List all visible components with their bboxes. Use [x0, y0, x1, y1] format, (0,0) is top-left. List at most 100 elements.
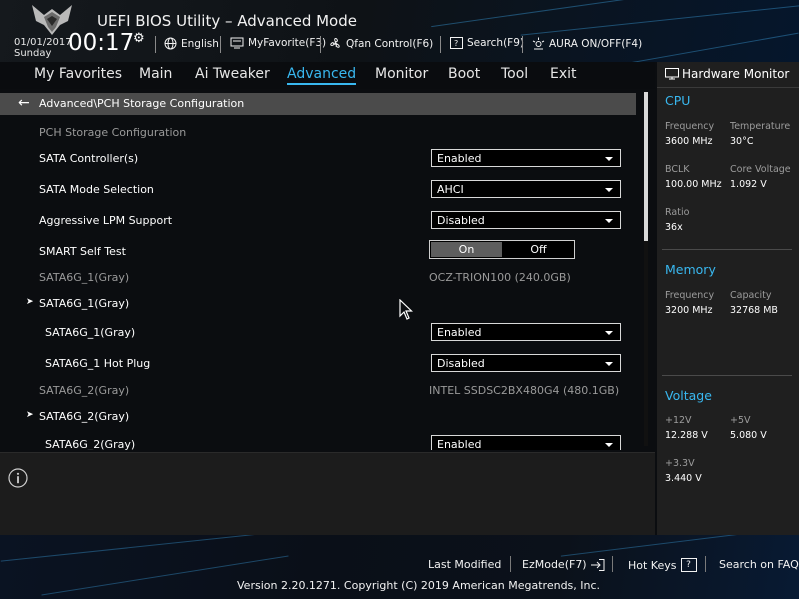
bottom-bar: Last Modified EzMode(F7) Hot Keys ? Sear… [0, 535, 799, 599]
back-arrow-icon[interactable]: ← [18, 95, 30, 111]
hot-keys-button[interactable]: Hot Keys ? [628, 558, 697, 572]
info-label: SATA6G_1(Gray) [39, 271, 130, 284]
exit-arrow-icon [590, 558, 605, 571]
core-voltage-value: 1.092 V [730, 179, 767, 190]
v33-label: +3.3V [665, 458, 695, 469]
toolbar-divider [440, 36, 441, 53]
chevron-down-icon [605, 362, 613, 366]
expand-arrow-icon: ➤ [26, 297, 34, 307]
port2-enable-dropdown[interactable]: Enabled [431, 435, 621, 450]
cpu-section-title: CPU [665, 93, 691, 108]
setting-label: SATA6G_2(Gray) [45, 438, 136, 450]
dropdown-value: Disabled [437, 357, 485, 370]
v5-label: +5V [730, 415, 751, 426]
cpu-temperature-label: Temperature [730, 121, 791, 132]
help-key-icon: ? [680, 558, 697, 572]
myfavorite-label: MyFavorite(F3) [248, 37, 327, 49]
bclk-value: 100.00 MHz [665, 179, 722, 190]
toggle-off-option[interactable]: Off [503, 242, 574, 257]
info-label: SATA6G_2(Gray) [39, 384, 130, 397]
v12-value: 12.288 V [665, 430, 708, 441]
cpu-frequency-label: Frequency [665, 121, 715, 132]
voltage-section-title: Voltage [665, 388, 712, 403]
toolbar-divider [522, 36, 523, 53]
toggle-on-option[interactable]: On [431, 242, 502, 257]
core-voltage-label: Core Voltage [730, 164, 791, 175]
aura-toggle-button[interactable]: AURA ON/OFF(F4) [532, 37, 642, 50]
divider [662, 375, 792, 376]
qfan-control-button[interactable]: Qfan Control(F6) [329, 37, 433, 50]
fan-icon [330, 38, 340, 48]
chevron-down-icon [605, 188, 613, 192]
footer-divider [510, 556, 511, 572]
drive-info: INTEL SSDSC2BX480G4 (480.1GB) [429, 384, 620, 397]
hardware-monitor-title: Hardware Monitor [682, 67, 790, 81]
drive-info: OCZ-TRION100 (240.0GB) [429, 271, 571, 284]
setting-row-sata-mode[interactable]: SATA Mode Selection AHCI [0, 178, 636, 204]
bclk-label: BCLK [665, 164, 690, 175]
globe-icon [164, 37, 177, 50]
setting-row-port1-hotplug[interactable]: SATA6G_1 Hot Plug Disabled [0, 352, 636, 378]
toolbar-divider [155, 36, 156, 53]
toolbar-divider [320, 36, 321, 53]
cpu-temperature-value: 30°C [730, 136, 754, 147]
mouse-cursor-icon [399, 299, 413, 320]
last-modified-button[interactable]: Last Modified [428, 558, 501, 571]
memory-capacity-label: Capacity [730, 290, 772, 301]
setting-row-aggressive-lpm[interactable]: Aggressive LPM Support Disabled [0, 209, 636, 235]
tab-ai-tweaker[interactable]: Ai Tweaker [195, 66, 270, 82]
tab-exit[interactable]: Exit [550, 66, 577, 82]
language-label: English [181, 37, 219, 50]
hot-keys-label: Hot Keys [628, 558, 677, 572]
favorite-monitor-icon [230, 37, 244, 49]
setting-row-sata-controller[interactable]: SATA Controller(s) Enabled [0, 147, 636, 173]
ezmode-label: EzMode(F7) [522, 558, 587, 571]
day-text: Sunday [14, 48, 52, 59]
language-button[interactable]: English [164, 37, 219, 50]
main-menu: My Favorites Main Ai Tweaker Advanced Mo… [0, 62, 655, 89]
smart-self-test-toggle[interactable]: On Off [429, 240, 575, 259]
scrollbar-thumb[interactable] [644, 92, 648, 241]
chevron-down-icon [605, 157, 613, 161]
tab-advanced[interactable]: Advanced [287, 66, 357, 85]
ezmode-button[interactable]: EzMode(F7) [522, 558, 605, 571]
monitor-icon [665, 68, 679, 80]
clock-settings-gear-icon[interactable]: ⚙ [133, 31, 145, 46]
section-title: PCH Storage Configuration [39, 126, 187, 139]
aggressive-lpm-dropdown[interactable]: Disabled [431, 211, 621, 229]
setting-label: Aggressive LPM Support [39, 214, 173, 227]
port1-hotplug-dropdown[interactable]: Disabled [431, 354, 621, 372]
tab-main[interactable]: Main [139, 66, 172, 82]
date-display: 01/01/2017 Sunday [14, 37, 72, 59]
submenu-row-port1[interactable]: ➤ SATA6G_1(Gray) [0, 292, 636, 318]
v33-value: 3.440 V [665, 473, 702, 484]
aura-light-icon [532, 37, 545, 50]
setting-label: SATA Controller(s) [39, 152, 139, 165]
setting-row-port2-enable[interactable]: SATA6G_2(Gray) Enabled [0, 433, 636, 450]
myfavorite-button[interactable]: MyFavorite(F3) [230, 37, 326, 49]
dropdown-value: Disabled [437, 214, 485, 227]
tab-boot[interactable]: Boot [448, 66, 480, 82]
info-row-port1: SATA6G_1(Gray) OCZ-TRION100 (240.0GB) [0, 266, 636, 292]
tab-my-favorites[interactable]: My Favorites [34, 66, 122, 82]
search-faq-button[interactable]: Search on FAQ [719, 558, 799, 571]
sata-mode-dropdown[interactable]: AHCI [431, 180, 621, 198]
memory-section-title: Memory [665, 262, 716, 277]
tab-tool[interactable]: Tool [501, 66, 528, 82]
top-bar: UEFI BIOS Utility – Advanced Mode 01/01/… [0, 0, 799, 62]
settings-list: PCH Storage Configuration SATA Controlle… [0, 115, 636, 450]
memory-capacity-value: 32768 MB [730, 305, 778, 316]
dropdown-value: Enabled [437, 326, 482, 339]
app-title: UEFI BIOS Utility – Advanced Mode [97, 12, 357, 30]
setting-row-smart-self-test[interactable]: SMART Self Test On Off [0, 240, 636, 266]
submenu-row-port2[interactable]: ➤ SATA6G_2(Gray) [0, 405, 636, 431]
setting-row-port1-enable[interactable]: SATA6G_1(Gray) Enabled [0, 321, 636, 347]
search-button[interactable]: ? Search(F9) [450, 37, 524, 49]
submenu-label: SATA6G_2(Gray) [39, 410, 130, 423]
sata-controller-dropdown[interactable]: Enabled [431, 149, 621, 167]
port1-enable-dropdown[interactable]: Enabled [431, 323, 621, 341]
breadcrumb-path: Advanced\PCH Storage Configuration [39, 97, 245, 110]
breadcrumb: ← Advanced\PCH Storage Configuration [0, 93, 636, 115]
section-title-row: PCH Storage Configuration [0, 121, 636, 147]
tab-monitor[interactable]: Monitor [375, 66, 428, 82]
